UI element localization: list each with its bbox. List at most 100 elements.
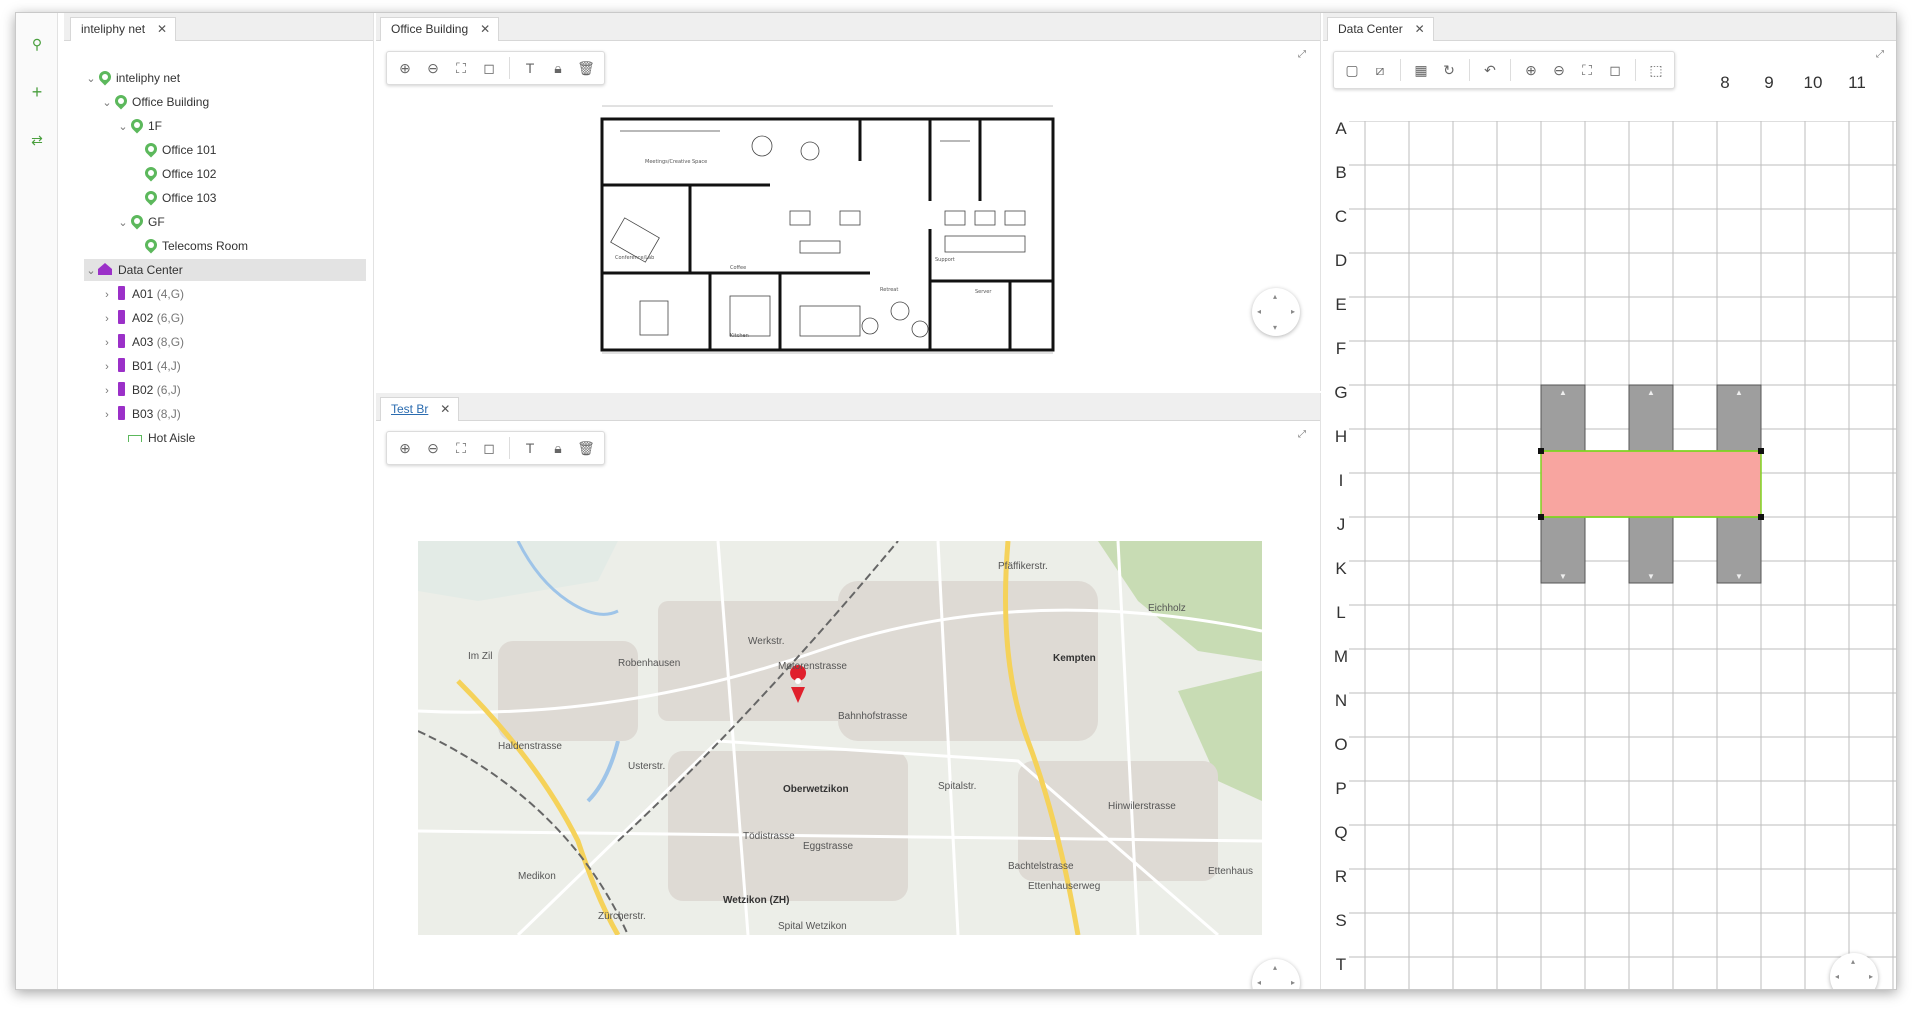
dc-canvas[interactable]: ⤢ ▲ ▲ ▲ ▼ ▼ ▼ A B C D E F G H I J K L M … (1323, 41, 1896, 989)
map-place-label: Wetzikon (ZH) (723, 895, 790, 906)
delete-icon[interactable]: 🗑︎ (572, 55, 600, 81)
grid-icon[interactable]: ▦ (1407, 57, 1435, 83)
maximize-icon[interactable]: ⤢ (1298, 429, 1310, 441)
map-place-label: Robenhausen (618, 658, 681, 669)
tree-node-label: A03 (132, 335, 154, 349)
room-label: Meetings/Creative Space (645, 159, 707, 165)
deselect-icon[interactable]: ⧄ (1366, 57, 1394, 83)
close-icon[interactable]: ✕ (157, 22, 167, 36)
rack-grid[interactable]: ▲ ▲ ▲ ▼ ▼ ▼ (1349, 121, 1896, 989)
map-canvas[interactable]: ⤢ ⊕ ⊖ ⛶ ◻ T 🔒︎ 🗑︎ Robenhausen Werkstr. M… (376, 421, 1320, 989)
chevron-down-icon[interactable]: ⌄ (84, 68, 98, 90)
zoom-in-icon[interactable]: ⊕ (1517, 57, 1545, 83)
tree-node[interactable]: Hot Aisle (128, 427, 195, 449)
zoom-in-icon[interactable]: ⊕ (391, 435, 419, 461)
zoom-out-icon[interactable]: ⊖ (419, 55, 447, 81)
close-icon[interactable]: ✕ (480, 22, 490, 36)
maximize-icon[interactable]: ⤢ (1298, 49, 1310, 61)
delete-icon[interactable]: 🗑︎ (572, 435, 600, 461)
row-label: M (1333, 647, 1349, 666)
pan-control[interactable]: ▴▾◂▸ (1252, 959, 1300, 989)
tree-node[interactable]: ⌄ GF (116, 211, 165, 233)
add-area-icon[interactable]: ◻ (475, 435, 503, 461)
maximize-icon[interactable]: ⤢ (1876, 49, 1888, 61)
tree-node[interactable]: Office 103 (142, 187, 216, 209)
map-tabbar: Test Br ✕ (376, 393, 1320, 421)
rack-icon (118, 406, 125, 420)
rotate-icon[interactable]: ↻ (1435, 57, 1463, 83)
transform-icon[interactable]: ⬚ (1642, 57, 1670, 83)
zoom-out-icon[interactable]: ⊖ (419, 435, 447, 461)
add-area-icon[interactable]: ◻ (1601, 57, 1629, 83)
chevron-right-icon[interactable]: › (100, 380, 114, 402)
zoom-out-icon[interactable]: ⊖ (1545, 57, 1573, 83)
text-icon[interactable]: T (516, 435, 544, 461)
fit-icon[interactable]: ⛶ (447, 435, 475, 461)
chevron-right-icon[interactable]: › (100, 356, 114, 378)
location-pin-icon (112, 92, 130, 110)
close-icon[interactable]: ✕ (440, 402, 450, 416)
tab-dc-label: Data Center (1338, 22, 1403, 36)
tab-map[interactable]: Test Br ✕ (380, 397, 460, 421)
tree-node[interactable]: ⌄ inteliphy net (84, 67, 180, 89)
pan-control[interactable]: ▴▾◂▸ (1252, 288, 1300, 336)
chevron-right-icon[interactable]: › (100, 404, 114, 426)
tab-data-center[interactable]: Data Center ✕ (1327, 17, 1434, 41)
zoom-in-icon[interactable]: ⊕ (391, 55, 419, 81)
tab-map-label: Test Br (391, 402, 429, 416)
location-pin-icon (142, 164, 160, 182)
map-place-label: Bahnhofstrasse (838, 711, 908, 722)
close-icon[interactable]: ✕ (1415, 22, 1425, 36)
chevron-right-icon[interactable]: › (100, 332, 114, 354)
select-icon[interactable]: ▢ (1338, 57, 1366, 83)
tab-tree[interactable]: inteliphy net ✕ (70, 17, 177, 41)
tree-tabbar: inteliphy net ✕ (64, 13, 373, 41)
tree-node[interactable]: › B01 (4,J) (100, 355, 181, 377)
street-map[interactable]: Robenhausen Werkstr. Motorenstrasse Kemp… (418, 541, 1262, 935)
tree-node[interactable]: Office 102 (142, 163, 216, 185)
lock-icon[interactable]: 🔒︎ (544, 435, 572, 461)
swap-icon[interactable]: ⇄ (28, 131, 46, 149)
row-label: T (1335, 955, 1347, 974)
chevron-down-icon[interactable]: ⌄ (100, 92, 114, 114)
tree-node[interactable]: › B03 (8,J) (100, 403, 181, 425)
add-area-icon[interactable]: ◻ (475, 55, 503, 81)
fit-icon[interactable]: ⛶ (1573, 57, 1601, 83)
row-label: K (1335, 559, 1347, 578)
tree-node-selected[interactable]: ⌄ Data Center (84, 259, 366, 281)
toolbar-separator (1635, 59, 1636, 81)
tree-node[interactable]: ⌄ 1F (116, 115, 162, 137)
tree-node[interactable]: Telecoms Room (142, 235, 248, 257)
chevron-down-icon[interactable]: ⌄ (84, 260, 98, 282)
map-place-label: Bachtelstrasse (1008, 861, 1074, 872)
rack-icon (118, 286, 125, 300)
row-label: P (1335, 779, 1347, 798)
tree-node[interactable]: › A03 (8,G) (100, 331, 184, 353)
tree-node[interactable]: ⌄ Office Building (100, 91, 209, 113)
chevron-down-icon[interactable]: ⌄ (116, 212, 130, 234)
lock-icon[interactable]: 🔒︎ (544, 55, 572, 81)
map-place-label: Halden­strasse (498, 741, 562, 752)
chevron-right-icon[interactable]: › (100, 308, 114, 330)
tree-node[interactable]: › A02 (6,G) (100, 307, 184, 329)
tree-node[interactable]: Office 101 (142, 139, 216, 161)
tree-node[interactable]: › B02 (6,J) (100, 379, 181, 401)
office-building-pane: Office Building ✕ ⤢ ⊕ ⊖ ⛶ ◻ T 🔒︎ 🗑︎ Meet… (376, 13, 1321, 391)
undo-icon[interactable]: ↶ (1476, 57, 1504, 83)
map-place-label: Motorenstrasse (778, 661, 847, 672)
map-place-label: Tödistrasse (743, 831, 795, 842)
text-icon[interactable]: T (516, 55, 544, 81)
tab-tree-label: inteliphy net (81, 22, 146, 36)
chevron-right-icon[interactable]: › (100, 284, 114, 306)
search-icon[interactable]: ⚲ (28, 35, 46, 53)
add-icon[interactable]: + (28, 83, 46, 101)
app-window: ⚲ + ⇄ inteliphy net ✕ ⌄ inteliphy net ⌄ Of… (15, 12, 1897, 990)
tab-office-building[interactable]: Office Building ✕ (380, 17, 500, 41)
row-label: F (1335, 339, 1347, 358)
chevron-down-icon[interactable]: ⌄ (116, 116, 130, 138)
office-toolbar: ⊕ ⊖ ⛶ ◻ T 🔒︎ 🗑︎ (386, 51, 605, 85)
office-canvas[interactable]: ⤢ ⊕ ⊖ ⛶ ◻ T 🔒︎ 🗑︎ Meetings/Creative Spac… (376, 41, 1320, 391)
fit-icon[interactable]: ⛶ (447, 55, 475, 81)
row-label: L (1336, 603, 1346, 622)
tree-node[interactable]: › A01 (4,G) (100, 283, 184, 305)
